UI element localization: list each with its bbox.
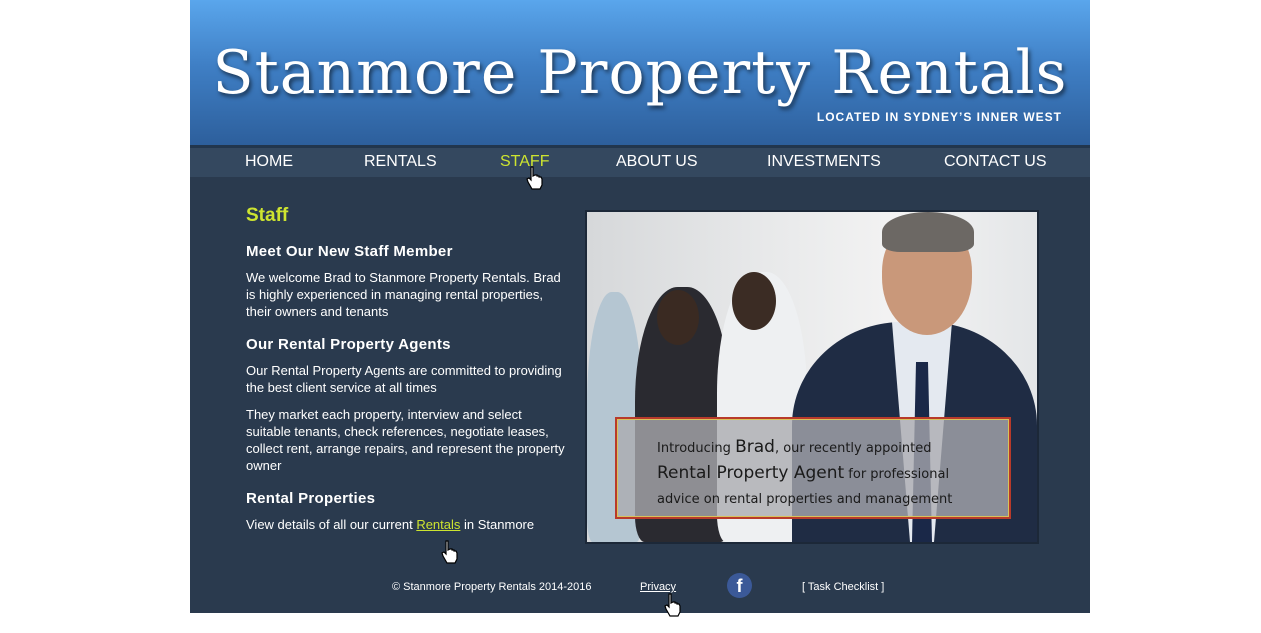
- nav-item-about-us[interactable]: ABOUT US: [616, 153, 698, 171]
- caption-line-1-b: Brad: [735, 437, 775, 457]
- page-container: Stanmore Property Rentals LOCATED IN SYD…: [190, 0, 1090, 613]
- background-head-1: [657, 290, 699, 345]
- page-title: Staff: [246, 205, 289, 226]
- copyright-text: © Stanmore Property Rentals 2014-2016: [392, 581, 592, 593]
- main-person-hair: [882, 212, 974, 252]
- photo-caption-text: Introducing Brad, our recently appointed…: [657, 435, 952, 512]
- rentals-text-before: View details of all our current: [246, 517, 413, 532]
- photo-caption-box: Introducing Brad, our recently appointed…: [615, 417, 1011, 519]
- rentals-link[interactable]: Rentals: [416, 517, 460, 532]
- nav-item-rentals[interactable]: RENTALS: [364, 153, 437, 171]
- site-tagline: LOCATED IN SYDNEY’S INNER WEST: [816, 110, 1062, 124]
- caption-line-1-c: , our recently appointed: [774, 441, 932, 456]
- facebook-icon[interactable]: f: [727, 573, 752, 598]
- caption-line-2: Rental Property Agent for professional: [657, 461, 952, 487]
- task-checklist-link[interactable]: [ Task Checklist ]: [802, 581, 884, 593]
- main-nav: HOME RENTALS STAFF ABOUT US INVESTMENTS …: [190, 145, 1090, 177]
- paragraph-agents-2: They market each property, interview and…: [246, 407, 565, 473]
- nav-item-home[interactable]: HOME: [245, 153, 293, 171]
- paragraph-new-staff: We welcome Brad to Stanmore Property Ren…: [246, 270, 561, 319]
- site-title: Stanmore Property Rentals: [212, 38, 1068, 108]
- paragraph-agents-1: Our Rental Property Agents are committed…: [246, 363, 562, 395]
- rentals-text-after: in Stanmore: [464, 517, 535, 532]
- background-head-2: [732, 272, 776, 330]
- paragraph-rental-properties: View details of all our current Rentals …: [246, 516, 568, 533]
- caption-line-3: advice on rental properties and manageme…: [657, 492, 953, 507]
- main-content: Staff Meet Our New Staff Member We welco…: [246, 205, 568, 543]
- site-header: Stanmore Property Rentals LOCATED IN SYD…: [190, 0, 1090, 145]
- caption-line-1: Introducing Brad, our recently appointed: [657, 435, 952, 461]
- caption-line-2-b: for professional: [844, 467, 950, 482]
- site-footer: © Stanmore Property Rentals 2014-2016 Pr…: [190, 573, 1090, 605]
- section-heading-rental-properties: Rental Properties: [246, 490, 376, 507]
- section-heading-new-staff: Meet Our New Staff Member: [246, 243, 453, 260]
- caption-line-2-a: Rental Property Agent: [657, 463, 845, 483]
- nav-item-staff[interactable]: STAFF: [500, 153, 549, 171]
- staff-photo: Introducing Brad, our recently appointed…: [585, 210, 1039, 544]
- caption-line-1-a: Introducing: [657, 441, 736, 456]
- section-heading-agents: Our Rental Property Agents: [246, 336, 451, 353]
- nav-item-investments[interactable]: INVESTMENTS: [767, 153, 881, 171]
- privacy-link[interactable]: Privacy: [640, 581, 676, 593]
- nav-item-contact-us[interactable]: CONTACT US: [944, 153, 1047, 171]
